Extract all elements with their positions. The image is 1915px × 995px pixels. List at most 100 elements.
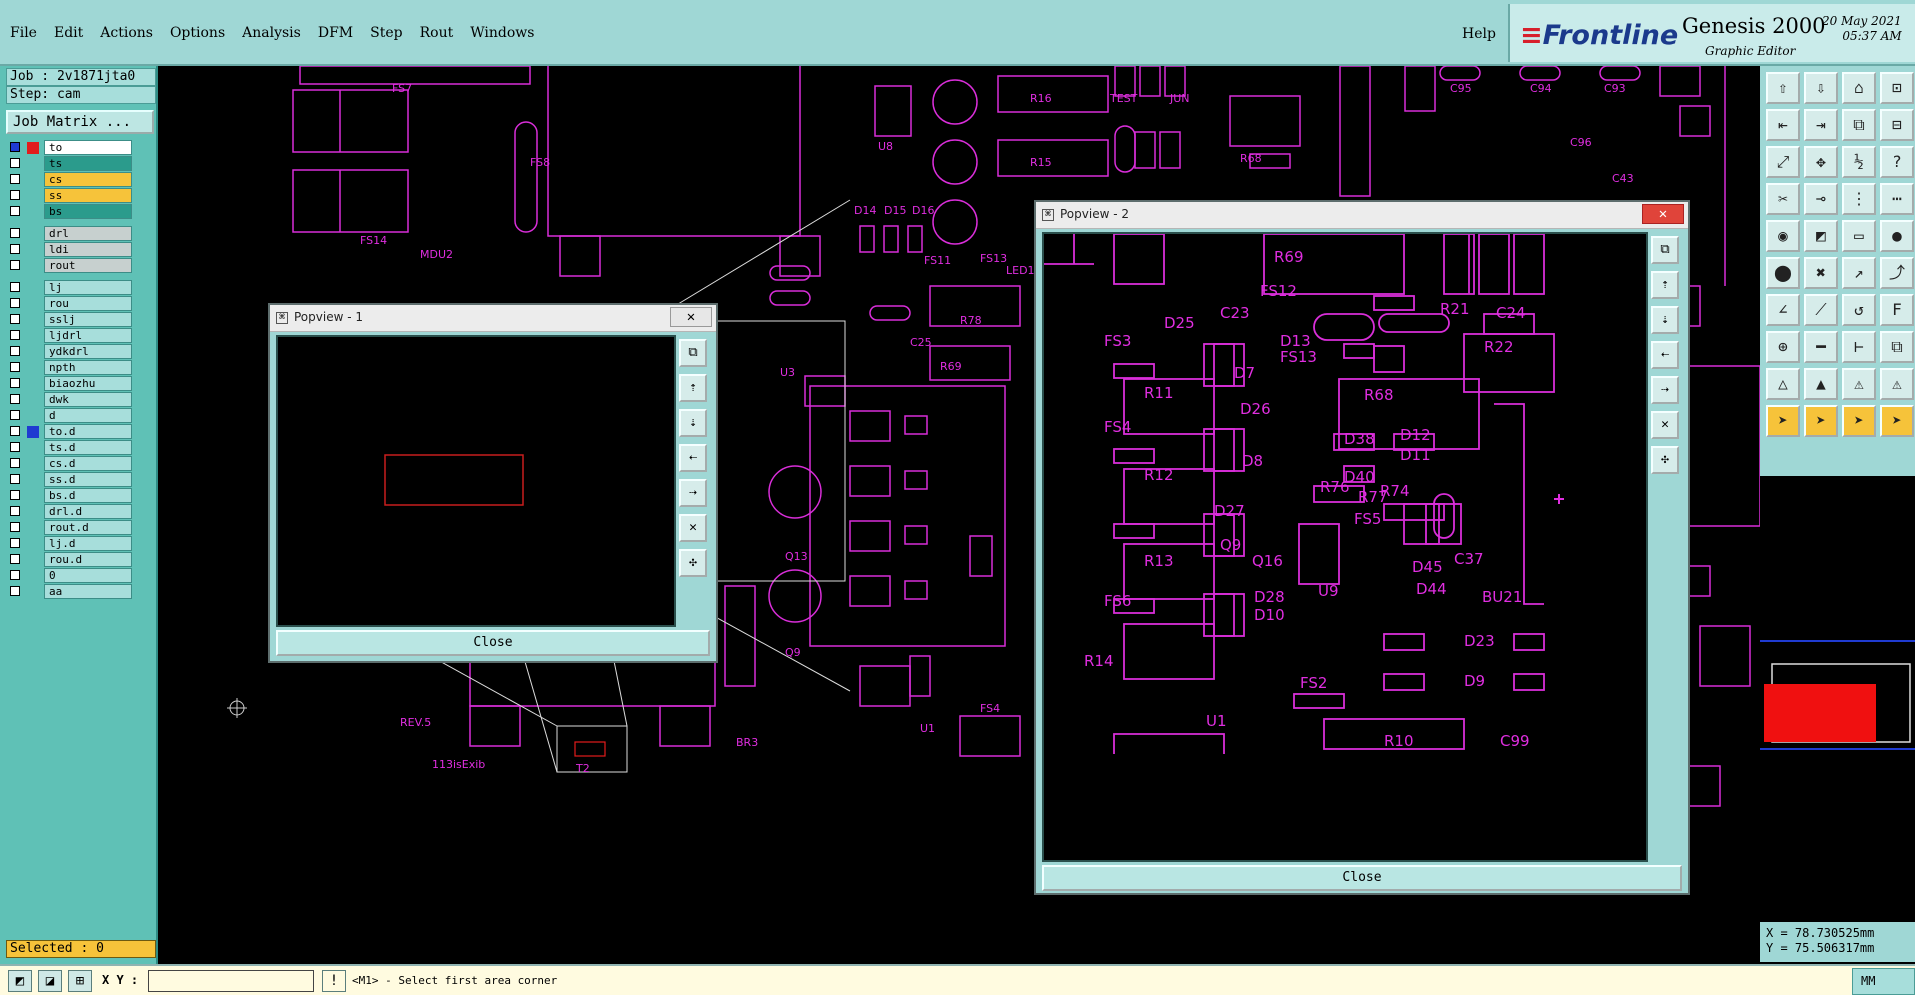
layer-row[interactable]: 0: [6, 568, 132, 584]
layer-name[interactable]: ss.d: [44, 472, 132, 487]
layer-color-swatch[interactable]: [27, 490, 39, 502]
draw-mode-icon[interactable]: ◪: [38, 970, 62, 992]
layer-color-swatch[interactable]: [27, 346, 39, 358]
layer-color-swatch[interactable]: [27, 298, 39, 310]
toolbar-tool-icon[interactable]: ⧉: [1842, 109, 1876, 141]
layer-row[interactable]: rou.d: [6, 552, 132, 568]
layer-color-swatch[interactable]: [27, 158, 39, 170]
layer-name[interactable]: drl: [44, 226, 132, 241]
toolbar-tool-icon[interactable]: ↺: [1842, 294, 1876, 326]
toolbar-tool-icon[interactable]: ✂: [1766, 183, 1800, 215]
menu-analysis[interactable]: Analysis: [242, 25, 301, 41]
layer-checkbox[interactable]: [10, 490, 20, 500]
layer-checkbox[interactable]: [10, 538, 20, 548]
layer-color-swatch[interactable]: [27, 244, 39, 256]
layer-row[interactable]: bs.d: [6, 488, 132, 504]
layer-row[interactable]: to: [6, 140, 132, 156]
layer-checkbox[interactable]: [10, 586, 20, 596]
toolbar-tool-icon[interactable]: ━: [1804, 331, 1838, 363]
layer-row[interactable]: ss.d: [6, 472, 132, 488]
zoom-out-icon[interactable]: ✕: [1651, 411, 1679, 439]
toolbar-tool-icon[interactable]: ▲: [1804, 368, 1838, 400]
fit-view-icon[interactable]: ⧉: [679, 339, 707, 367]
layer-name[interactable]: to.d: [44, 424, 132, 439]
layer-name[interactable]: d: [44, 408, 132, 423]
layer-checkbox[interactable]: [10, 260, 20, 270]
layer-row[interactable]: to.d: [6, 424, 132, 440]
layer-color-swatch[interactable]: [27, 190, 39, 202]
layer-row[interactable]: cs.d: [6, 456, 132, 472]
layer-checkbox[interactable]: [10, 506, 20, 516]
overview-minimap[interactable]: [1760, 640, 1915, 750]
layer-checkbox[interactable]: [10, 474, 20, 484]
toolbar-tool-icon[interactable]: ⊡: [1880, 72, 1914, 104]
layer-checkbox[interactable]: [10, 228, 20, 238]
layer-checkbox[interactable]: [10, 282, 20, 292]
layer-color-swatch[interactable]: [27, 282, 39, 294]
menu-dfm[interactable]: DFM: [318, 25, 353, 41]
layer-name[interactable]: ljdrl: [44, 328, 132, 343]
layer-name[interactable]: sslj: [44, 312, 132, 327]
layer-color-swatch[interactable]: [27, 554, 39, 566]
toolbar-tool-icon[interactable]: ➤: [1766, 405, 1800, 437]
menu-help[interactable]: Help: [1462, 26, 1496, 42]
layer-name[interactable]: biaozhu: [44, 376, 132, 391]
layer-checkbox[interactable]: [10, 190, 20, 200]
layer-row[interactable]: ljdrl: [6, 328, 132, 344]
pan-left-icon[interactable]: ⇠: [1651, 341, 1679, 369]
layer-name[interactable]: rout: [44, 258, 132, 273]
layer-row[interactable]: npth: [6, 360, 132, 376]
layer-row[interactable]: rout.d: [6, 520, 132, 536]
layer-checkbox[interactable]: [10, 298, 20, 308]
layer-color-swatch[interactable]: [27, 458, 39, 470]
zoom-down-icon[interactable]: ⇣: [679, 409, 707, 437]
layer-color-swatch[interactable]: [27, 206, 39, 218]
layer-checkbox[interactable]: [10, 394, 20, 404]
layer-name[interactable]: to: [44, 140, 132, 155]
xy-input[interactable]: [148, 970, 314, 992]
toolbar-tool-icon[interactable]: ⬤: [1766, 257, 1800, 289]
layer-color-swatch[interactable]: [27, 570, 39, 582]
layer-checkbox[interactable]: [10, 206, 20, 216]
layer-color-swatch[interactable]: [27, 474, 39, 486]
layer-row[interactable]: biaozhu: [6, 376, 132, 392]
layer-row[interactable]: lj: [6, 280, 132, 296]
layer-color-swatch[interactable]: [27, 228, 39, 240]
units-selector[interactable]: MM: [1852, 968, 1915, 995]
toolbar-tool-icon[interactable]: ⇧: [1766, 72, 1800, 104]
layer-name[interactable]: drl.d: [44, 504, 132, 519]
popview-2-close-x-button[interactable]: ✕: [1642, 204, 1684, 224]
toolbar-tool-icon[interactable]: ➤: [1804, 405, 1838, 437]
zoom-up-icon[interactable]: ⇡: [1651, 271, 1679, 299]
layer-color-swatch[interactable]: [27, 522, 39, 534]
layer-color-swatch[interactable]: [27, 442, 39, 454]
layer-name[interactable]: cs.d: [44, 456, 132, 471]
layer-checkbox[interactable]: [10, 174, 20, 184]
menu-edit[interactable]: Edit: [54, 25, 83, 41]
layer-color-swatch[interactable]: [27, 260, 39, 272]
layer-checkbox[interactable]: [10, 362, 20, 372]
layer-color-swatch[interactable]: [27, 142, 39, 154]
zoom-down-icon[interactable]: ⇣: [1651, 306, 1679, 334]
layer-checkbox[interactable]: [10, 330, 20, 340]
popview-1-titlebar[interactable]: ⌘ Popview - 1 ✕: [270, 305, 716, 332]
toolbar-tool-icon[interactable]: ⤴: [1880, 257, 1914, 289]
layer-row[interactable]: drl.d: [6, 504, 132, 520]
layer-checkbox[interactable]: [10, 442, 20, 452]
zoom-in-icon[interactable]: ✣: [679, 549, 707, 577]
layer-name[interactable]: bs: [44, 204, 132, 219]
grid-icon[interactable]: ⊞: [68, 970, 92, 992]
toolbar-tool-icon[interactable]: ◉: [1766, 220, 1800, 252]
layer-name[interactable]: bs.d: [44, 488, 132, 503]
toolbar-tool-icon[interactable]: △: [1766, 368, 1800, 400]
layer-checkbox[interactable]: [10, 522, 20, 532]
menu-actions[interactable]: Actions: [100, 25, 153, 41]
layer-color-swatch[interactable]: [27, 314, 39, 326]
popview-1-close-button[interactable]: Close: [276, 630, 710, 656]
menu-file[interactable]: File: [10, 25, 37, 41]
layer-row[interactable]: ts.d: [6, 440, 132, 456]
layer-color-swatch[interactable]: [27, 426, 39, 438]
layer-row[interactable]: d: [6, 408, 132, 424]
alert-icon[interactable]: !: [322, 970, 346, 992]
toolbar-tool-icon[interactable]: ⇩: [1804, 72, 1838, 104]
